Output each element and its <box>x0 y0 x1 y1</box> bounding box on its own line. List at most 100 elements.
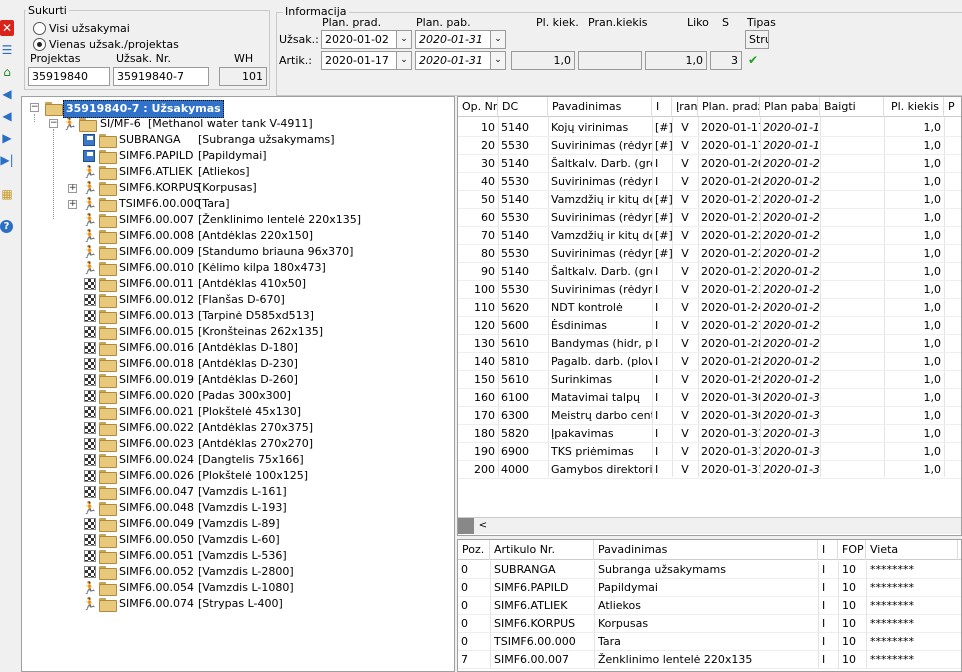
operations-hscroll[interactable]: < <box>458 517 961 534</box>
tree-node[interactable]: SIMF6.00.024 [Dangtelis 75x166] <box>82 452 442 468</box>
uzsak-plan-pab-field[interactable]: 2020-01-31 <box>415 30 491 49</box>
ops-row[interactable]: 30 5140 Šaltkalv. Darb. (gre: I V 2020-01-20 2… <box>458 155 961 173</box>
help-icon[interactable]: ? <box>0 220 13 233</box>
ops-col-header[interactable]: Pavadinimas <box>548 97 652 117</box>
tree-node[interactable]: 🏃 SIMF6.00.074 [Strypas L-400] <box>82 596 442 612</box>
ops-row[interactable]: 200 4000 Gamybos direktoriusI V 2020-01-3120… <box>458 461 961 479</box>
artik-plan-prad-dropdown[interactable]: ⌄ <box>396 51 412 70</box>
ops-row[interactable]: 70 5140 Vamzdžių ir kitų deta[#]I V 2020-01-… <box>458 227 961 245</box>
tree-node[interactable]: SIMF6.00.023 [Antdėklas 270x270] <box>82 436 442 452</box>
tree-node[interactable]: SIMF6.00.019 [Antdėklas D-260] <box>82 372 442 388</box>
tree-node[interactable]: SIMF6.PAPILD [Papildymai] <box>82 148 442 164</box>
mat-col-header[interactable]: I <box>818 540 838 560</box>
ops-col-header[interactable]: Pl. kiekis <box>884 97 944 117</box>
tree-node[interactable]: 🏃 SIMF6.KORPUS [Korpusas] <box>82 180 442 196</box>
ops-row[interactable]: 160 6100 Matavimai talpų I V 2020-01-30 2020-0… <box>458 389 961 407</box>
projektas-field[interactable]: 35919840 <box>28 67 110 86</box>
ops-row[interactable]: 60 5530 Suvirinimas (rėdyma[#]I V 2020-01-21… <box>458 209 961 227</box>
arrow-right-icon[interactable]: ▶ <box>0 130 14 146</box>
scroll-left-button[interactable] <box>458 518 474 534</box>
ops-row[interactable]: 80 5530 Suvirinimas (rėdyma[#]I V 2020-01-22… <box>458 245 961 263</box>
ops-col-header[interactable]: Įrankiai <box>672 97 698 117</box>
mat-row[interactable]: 0 SIMF6.ATLIEK Atliekos I 10 ******** <box>458 597 961 615</box>
uzsak-plan-pab-dropdown[interactable]: ⌄ <box>490 30 506 49</box>
checklist-icon[interactable]: ▦ <box>0 186 14 202</box>
tree-node[interactable]: SIMF6.00.022 [Antdėklas 270x375] <box>82 420 442 436</box>
tree-node[interactable]: SIMF6.00.020 [Padas 300x300] <box>82 388 442 404</box>
ops-row[interactable]: 110 5620 NDT kontrolė I V 2020-01-24 2020-01-2… <box>458 299 961 317</box>
ops-row[interactable]: 120 5600 Ėsdinimas I V 2020-01-272020-01-27 1,… <box>458 317 961 335</box>
ops-row[interactable]: 180 5820 Įpakavimas I V 2020-01-312020-01-31 1… <box>458 425 961 443</box>
tree-node[interactable]: 🏃 SIMF6.00.048 [Vamzdis L-193] <box>82 500 442 516</box>
tree-node[interactable]: SIMF6.00.052 [Vamzdis L-2800] <box>82 564 442 580</box>
arrow-last-icon[interactable]: ▶| <box>0 152 14 168</box>
tree-collapse-child[interactable]: − <box>49 119 58 128</box>
close-icon[interactable]: ✕ <box>0 20 14 36</box>
arrow-first-icon[interactable]: ◀ <box>0 86 14 102</box>
scroll-left-arrow-icon[interactable]: < <box>475 518 491 534</box>
mat-col-header[interactable]: Pavadinimas <box>594 540 818 560</box>
ops-row[interactable]: 170 6300 Meistrų darbo centraI V 2020-01-302… <box>458 407 961 425</box>
mat-row[interactable]: 7 SIMF6.00.007 Ženklinimo lentelė 220x135 I… <box>458 651 961 669</box>
mat-row[interactable]: 0 SUBRANGA Subranga užsakymams I 10 ******** <box>458 561 961 579</box>
mat-col-header[interactable]: FOP <box>838 540 866 560</box>
tree-node[interactable]: 🏃 SIMF6.00.009 [Standumo briauna 96x370] <box>82 244 442 260</box>
tree-child[interactable]: 🏃 SI/MF-6 [Methanol water tank V-4911] <box>62 116 342 132</box>
ops-col-header[interactable]: I <box>652 97 672 117</box>
tree-node[interactable]: SIMF6.00.013 [Tarpinė D585xd513] <box>82 308 442 324</box>
tree-node[interactable]: 🏃 SIMF6.00.007 [Ženklinimo lentelė 220x135… <box>82 212 442 228</box>
tree-node[interactable]: SIMF6.00.051 [Vamzdis L-536] <box>82 548 442 564</box>
tree-node[interactable]: SIMF6.00.016 [Antdėklas D-180] <box>82 340 442 356</box>
ops-row[interactable]: 10 5140 Kojų virinimas [#]I V 2020-01-172020-… <box>458 119 961 137</box>
tree-expand-button[interactable]: + <box>68 200 77 209</box>
ops-col-header[interactable]: DC <box>498 97 548 117</box>
list-icon[interactable]: ☰ <box>0 42 14 58</box>
ops-row[interactable]: 190 6900 TKS priėmimas I V 2020-01-31 2020-01-… <box>458 443 961 461</box>
ops-row[interactable]: 100 5530 Suvirinimas (rėdymaI V 2020-01-2320… <box>458 281 961 299</box>
tree-node[interactable]: 🏃 SIMF6.00.008 [Antdėklas 220x150] <box>82 228 442 244</box>
tree-node[interactable]: SIMF6.00.015 [Kronšteinas 262x135] <box>82 324 442 340</box>
ops-row[interactable]: 140 5810 Pagalb. darb. (plov. I V 2020-01-28 2… <box>458 353 961 371</box>
tree-node[interactable]: 🏃 SIMF6.00.010 [Kėlimo kilpa 180x473] <box>82 260 442 276</box>
artik-plan-pab-field[interactable]: 2020-01-31 <box>415 51 491 70</box>
ops-row[interactable]: 150 5610 Surinkimas I V 2020-01-292020-01-29 1… <box>458 371 961 389</box>
ops-row[interactable]: 130 5610 Bandymas (hidr, pneI V 2020-01-2820… <box>458 335 961 353</box>
mat-col-header[interactable]: Vieta <box>866 540 958 560</box>
tree-node[interactable]: SIMF6.00.021 [Plokštelė 45x130] <box>82 404 442 420</box>
mat-row[interactable]: 0 SIMF6.KORPUS Korpusas I 10 ******** <box>458 615 961 633</box>
ops-col-header[interactable]: P <box>944 97 961 117</box>
tree-node[interactable]: SIMF6.00.050 [Vamzdis L-60] <box>82 532 442 548</box>
ops-col-header[interactable]: Plan. pradžia <box>698 97 760 117</box>
mat-row[interactable]: 0 TSIMF6.00.000 Tara I 10 ******** <box>458 633 961 651</box>
tree-node[interactable]: SUBRANGA [Subranga užsakymams] <box>82 132 442 148</box>
tree-node[interactable]: SIMF6.00.011 [Antdėklas 410x50] <box>82 276 442 292</box>
tree-node[interactable]: SIMF6.00.018 [Antdėklas D-230] <box>82 356 442 372</box>
ops-col-header[interactable]: Op. Nr. <box>458 97 498 117</box>
tree-node[interactable]: 🏃 SIMF6.00.054 [Vamzdis L-1080] <box>82 580 442 596</box>
tree-expand-button[interactable]: + <box>68 184 77 193</box>
ops-row[interactable]: 40 5530 Suvirinimas (rėdymaI V 2020-01-20202… <box>458 173 961 191</box>
home-icon[interactable]: ⌂ <box>0 64 14 80</box>
tree-node[interactable]: SIMF6.00.047 [Vamzdis L-161] <box>82 484 442 500</box>
mat-col-header[interactable]: Poz. <box>458 540 490 560</box>
tree-node[interactable]: SIMF6.00.049 [Vamzdis L-89] <box>82 516 442 532</box>
artik-plan-prad-field[interactable]: 2020-01-17 <box>321 51 397 70</box>
tree-node[interactable]: SIMF6.00.012 [Flanšas D-670] <box>82 292 442 308</box>
vienas-uzsak-radio[interactable] <box>33 38 46 51</box>
tree-node[interactable]: SIMF6.00.026 [Plokštelė 100x125] <box>82 468 442 484</box>
ops-row[interactable]: 90 5140 Šaltkalv. Darb. (gre: I V 2020-01-23 2… <box>458 263 961 281</box>
ops-row[interactable]: 20 5530 Suvirinimas (rėdyma[#]I V 2020-01-17… <box>458 137 961 155</box>
tree-node[interactable]: 🏃 TSIMF6.00.000 [Tara] <box>82 196 442 212</box>
mat-row[interactable]: 0 SIMF6.PAPILD Papildymai I 10 ******** <box>458 579 961 597</box>
uzsak-nr-field[interactable]: 35919840-7 <box>113 67 209 86</box>
artik-plan-pab-dropdown[interactable]: ⌄ <box>490 51 506 70</box>
ops-col-header[interactable]: Baigti <box>820 97 884 117</box>
visi-uzsakymai-radio[interactable] <box>33 22 46 35</box>
tree-node[interactable]: 🏃 SIMF6.ATLIEK [Atliekos] <box>82 164 442 180</box>
arrow-left-icon[interactable]: ◀ <box>0 108 14 124</box>
tree-collapse-root[interactable]: − <box>30 103 39 112</box>
uzsak-plan-prad-field[interactable]: 2020-01-02 <box>321 30 397 49</box>
ops-row[interactable]: 50 5140 Vamzdžių ir kitų deta[#]I V 2020-01-… <box>458 191 961 209</box>
ops-col-header[interactable]: Plan pabaiga <box>760 97 820 117</box>
uzsak-plan-prad-dropdown[interactable]: ⌄ <box>396 30 412 49</box>
